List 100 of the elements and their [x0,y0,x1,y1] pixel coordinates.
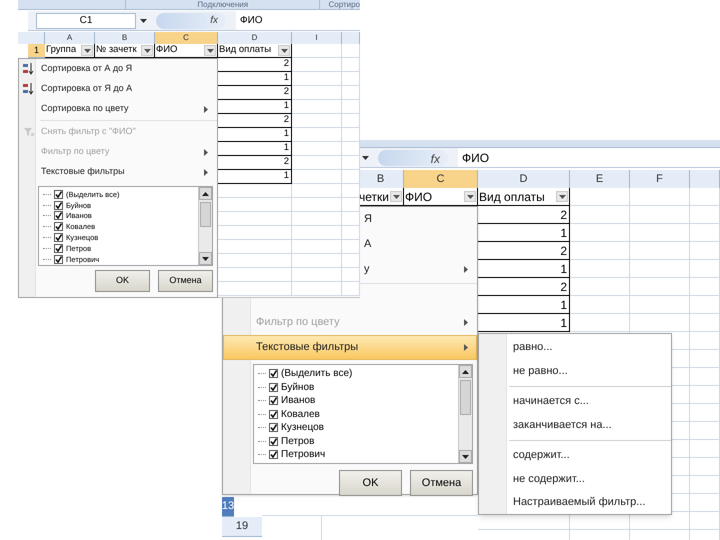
column-header[interactable]: I [292,32,342,44]
checkbox[interactable] [54,222,63,232]
empty-cell [570,278,630,296]
column-header[interactable]: F [630,170,690,188]
checkbox[interactable] [54,244,63,253]
menu-item[interactable]: не равно... [479,359,671,383]
empty-cell [630,242,690,260]
row-header[interactable]: 1 [28,44,45,58]
empty-cell [342,114,360,128]
column-header[interactable]: D [478,170,570,188]
checkbox[interactable] [269,423,278,432]
menu-item[interactable]: А [359,232,477,257]
empty-cell [570,314,630,332]
column-header[interactable]: C [155,32,218,44]
menu-item[interactable]: Текстовые фильтры [223,335,477,360]
table-header-cell: Вид оплаты [478,188,570,206]
empty-cell [630,224,690,242]
filter-dropdown-button[interactable] [204,45,216,56]
submenu-arrow-icon [204,106,208,112]
menu-item[interactable]: заканчивается на... [479,413,671,437]
empty-cell [690,278,720,296]
empty-cell [292,58,342,72]
filter-dropdown-button[interactable] [278,45,290,56]
menu-item[interactable]: Текстовые фильтры [19,162,217,182]
ok-button[interactable]: OK [339,470,402,496]
value-label: Петров [281,434,314,449]
empty-cell [690,386,720,404]
scrollbar[interactable] [198,187,212,265]
checkbox[interactable] [54,254,63,264]
checkbox[interactable] [269,396,278,406]
value-label: Кузнецов [281,421,324,436]
filter-dropdown-button[interactable] [81,45,93,56]
column-header[interactable]: A [45,32,95,44]
column-header[interactable]: B [358,170,404,188]
menu-item[interactable]: равно... [479,336,671,360]
menu-item[interactable]: начинается с... [479,390,671,414]
column-header[interactable]: D [218,32,292,44]
scroll-up-button[interactable] [199,187,212,200]
scrollbar[interactable] [458,365,472,463]
scroll-down-button[interactable] [199,252,212,265]
empty-cell [570,242,630,260]
checkbox[interactable] [54,233,63,242]
checkbox[interactable] [54,190,63,199]
name-box[interactable]: C1 [36,12,136,28]
checkbox[interactable] [269,369,278,378]
ribbon-group-label: Сортиро [319,0,360,9]
ok-button[interactable]: OK [95,270,150,292]
empty-cell [342,58,360,72]
checkbox[interactable] [269,410,278,419]
cancel-button[interactable]: Отмена [410,470,473,496]
empty-cell [342,44,360,58]
column-header[interactable]: C [404,170,478,188]
caret-icon [84,48,90,52]
menu-item[interactable]: у [359,257,477,282]
column-header[interactable]: E [570,170,630,188]
up-arrow-icon [202,192,209,196]
row-header[interactable]: 19 [222,517,262,537]
down-arrow-icon [462,454,469,458]
caret-icon [140,18,147,22]
row-header[interactable]: 13 [222,497,234,517]
menu-item[interactable]: Сортировка от Я до А [19,79,217,99]
cancel-button[interactable]: Отмена [158,270,213,292]
filter-dropdown-button[interactable] [390,191,402,202]
empty-cell [690,440,720,458]
empty-cell [690,332,720,350]
formula-field[interactable]: ФИО [236,11,360,30]
menu-item[interactable]: Настраиваемый фильтр... [479,490,671,514]
checkbox[interactable] [269,450,278,460]
menu-item[interactable]: Сортировка по цвету [19,99,217,119]
empty-cell [292,254,342,268]
empty-cell [630,260,690,278]
checkbox[interactable] [269,382,278,392]
column-header[interactable]: B [95,32,155,44]
submenu-arrow-icon [464,319,468,326]
filter-dropdown-button[interactable] [141,45,153,56]
empty-cell [630,188,690,206]
scroll-up-button[interactable] [459,365,472,378]
menu-item[interactable]: Я [359,207,477,232]
empty-cell [292,226,342,240]
checkbox[interactable] [54,200,63,210]
scroll-down-button[interactable] [459,450,472,463]
empty-cell [342,128,360,142]
empty-cell [292,86,342,100]
filter-dropdown-button[interactable] [464,191,476,202]
formula-field[interactable]: ФИО [458,148,720,167]
empty-cell [342,254,360,268]
scroll-thumb[interactable] [200,202,211,227]
filter-dropdown-button[interactable] [556,191,568,202]
menu-item[interactable]: содержит... [479,444,671,468]
menu-item[interactable]: Сортировка от А до Я [19,59,217,79]
value-label: Петрович [281,448,326,462]
menu-item[interactable]: не содержит... [479,467,671,491]
insert-function-button[interactable]: fx [156,12,226,28]
checkbox[interactable] [269,436,278,446]
caret-icon [466,194,474,198]
submenu-arrow-icon [204,168,208,176]
insert-function-button[interactable]: fx [378,150,448,166]
checkbox[interactable] [54,211,63,220]
scroll-thumb[interactable] [460,380,471,415]
empty-cell [342,86,360,100]
